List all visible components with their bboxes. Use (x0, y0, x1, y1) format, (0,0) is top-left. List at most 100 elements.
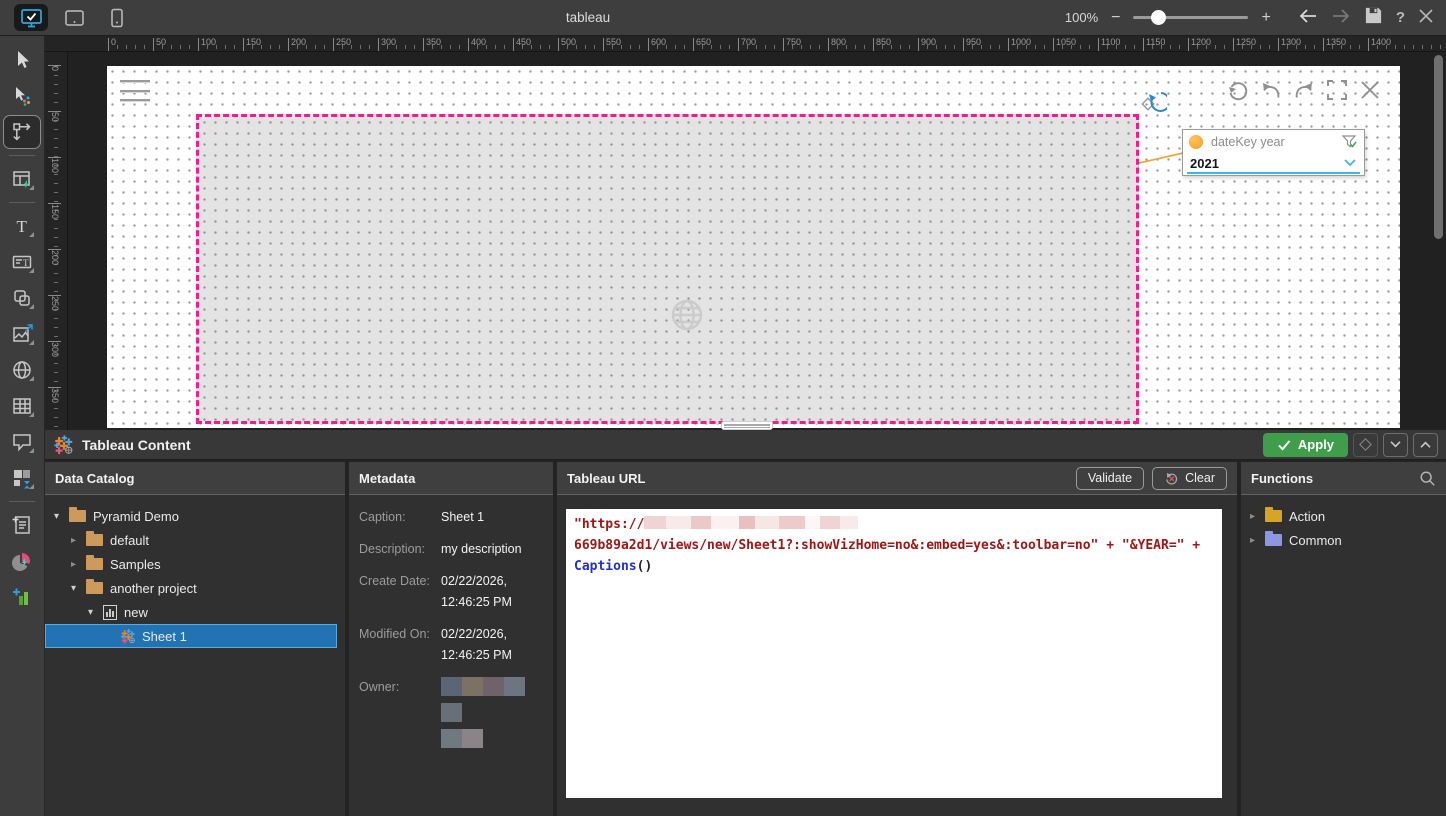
search-icon[interactable] (1419, 470, 1436, 487)
grid-tool-icon (11, 395, 33, 417)
caret-closed-icon[interactable]: ▸ (71, 559, 86, 570)
zoom-slider-thumb[interactable] (1151, 10, 1166, 25)
h-ruler-label: 350 (426, 37, 441, 47)
layout-tool-icon (11, 467, 33, 489)
tableau-filter-widget[interactable]: dateKey year 2021 (1182, 129, 1365, 176)
zoom-in-button[interactable]: + (1261, 10, 1270, 26)
tree-item-label: Action (1289, 509, 1325, 524)
h-ruler-label: 1100 (1101, 37, 1120, 47)
chevron-down-icon[interactable] (1343, 158, 1357, 168)
close-window-button[interactable] (1418, 8, 1434, 28)
h-ruler-label: 800 (831, 37, 846, 47)
layout-tool[interactable] (3, 461, 41, 495)
clear-button[interactable]: Clear (1152, 467, 1227, 490)
diamond-button[interactable] (1353, 433, 1378, 457)
report-tool[interactable] (3, 508, 41, 542)
metadata-label: Caption: (359, 507, 441, 528)
connection-anchor-icon[interactable] (1189, 135, 1203, 149)
metadata-panel: Metadata Caption:Sheet 1Description:my d… (349, 462, 553, 816)
tree-item-another-project[interactable]: ▾another project (45, 576, 345, 600)
vertical-scrollbar[interactable] (1433, 55, 1444, 427)
smart-visual-tool[interactable] (3, 544, 41, 578)
tablet-view-button[interactable] (57, 4, 91, 31)
apply-button[interactable]: Apply (1263, 433, 1348, 457)
canvas-action-icons (1226, 78, 1382, 102)
action-connector-tool[interactable] (3, 115, 41, 149)
zoom-slider[interactable] (1133, 16, 1248, 19)
redacted-url-segment (711, 516, 739, 529)
zoom-out-button[interactable]: − (1111, 10, 1120, 26)
tableau-widget-selection[interactable] (196, 114, 1139, 424)
tree-item-label: Sheet 1 (142, 629, 187, 644)
undo-button[interactable] (1259, 78, 1283, 102)
tableau-url-title: Tableau URL (567, 471, 646, 486)
caret-open-icon[interactable]: ▾ (71, 583, 86, 594)
tree-item-default[interactable]: ▸default (45, 528, 345, 552)
redacted-url-segment (820, 516, 840, 529)
check-icon (1277, 439, 1291, 451)
reset-state-button[interactable] (1139, 88, 1167, 116)
metadata-row: Modified On:02/22/2026, 12:46:25 PM (359, 624, 543, 666)
help-button[interactable]: ? (1396, 10, 1405, 25)
lasso-select-tool[interactable] (3, 79, 41, 113)
collapse-panel-button[interactable] (1383, 433, 1408, 457)
caret-open-icon[interactable]: ▾ (88, 607, 103, 618)
forward-arrow-icon (1331, 8, 1351, 24)
forward-button[interactable] (1331, 8, 1351, 28)
folder-icon (69, 510, 86, 522)
tree-item-common[interactable]: ▸Common (1241, 528, 1446, 552)
tree-item-new[interactable]: ▾new (45, 600, 345, 624)
h-ruler-label: 1000 (1011, 37, 1031, 47)
tree-item-action[interactable]: ▸ Action (1241, 504, 1446, 528)
filter-icon[interactable] (1341, 134, 1358, 150)
page-title: tableau (566, 10, 610, 25)
close-canvas-button[interactable] (1358, 78, 1382, 102)
expand-panel-button[interactable] (1413, 433, 1438, 457)
web-content-tool[interactable] (3, 353, 41, 387)
lasso-select-tool-icon (11, 85, 33, 107)
caret-closed-icon[interactable]: ▸ (71, 535, 86, 546)
grid-tool[interactable] (3, 389, 41, 423)
reset-view-button[interactable] (1226, 78, 1250, 102)
phone-view-button[interactable] (100, 4, 134, 31)
caret-closed-icon[interactable]: ▸ (1250, 511, 1265, 522)
image-tool[interactable] (3, 317, 41, 351)
rotate-ccw-icon (1226, 78, 1250, 102)
validate-button[interactable]: Validate (1076, 467, 1144, 490)
folder-icon (86, 558, 103, 570)
select-tool[interactable] (3, 43, 41, 77)
code-line: 669b89a2d1/views/new/Sheet1?:showVizHome… (574, 535, 1214, 556)
back-button[interactable] (1298, 8, 1318, 28)
callout-tool[interactable] (3, 425, 41, 459)
quick-chart-tool[interactable] (3, 580, 41, 614)
image-tool-icon (11, 323, 33, 345)
filter-value: 2021 (1190, 156, 1343, 171)
visualization-tool[interactable] (3, 162, 41, 196)
functions-title: Functions (1251, 471, 1313, 486)
caret-open-icon[interactable]: ▾ (54, 511, 69, 522)
data-catalog-title: Data Catalog (45, 462, 345, 495)
tree-item-pyramid-demo[interactable]: ▾Pyramid Demo (45, 504, 345, 528)
save-button[interactable] (1364, 6, 1383, 29)
shape-tool[interactable] (3, 281, 41, 315)
dynamic-text-tool[interactable]: T (3, 245, 41, 279)
code-line: "https:// (574, 514, 1214, 535)
canvas-menu-button[interactable] (120, 80, 150, 102)
folder-icon (1265, 510, 1282, 522)
scrollbar-thumb[interactable] (1434, 55, 1443, 239)
data-catalog-panel: Data Catalog ▾Pyramid Demo▸default▸Sampl… (45, 462, 345, 816)
text-tool[interactable]: T (3, 209, 41, 243)
tree-item-samples[interactable]: ▸Samples (45, 552, 345, 576)
h-ruler-label: 700 (741, 37, 756, 47)
resize-handle[interactable] (721, 421, 773, 430)
redacted-block (441, 677, 462, 696)
url-code-editor[interactable]: "https://669b89a2d1/views/new/Sheet1?:sh… (566, 509, 1222, 798)
desktop-view-button[interactable] (14, 4, 48, 31)
fullscreen-button[interactable] (1325, 78, 1349, 102)
caret-closed-icon[interactable]: ▸ (1250, 535, 1265, 546)
tree-item-sheet-1[interactable]: Sheet 1 (45, 624, 337, 648)
action-connector-tool-icon (11, 121, 33, 143)
redo-button[interactable] (1292, 78, 1316, 102)
h-ruler-label: 1400 (1371, 37, 1391, 47)
toolbar-divider (9, 501, 35, 502)
